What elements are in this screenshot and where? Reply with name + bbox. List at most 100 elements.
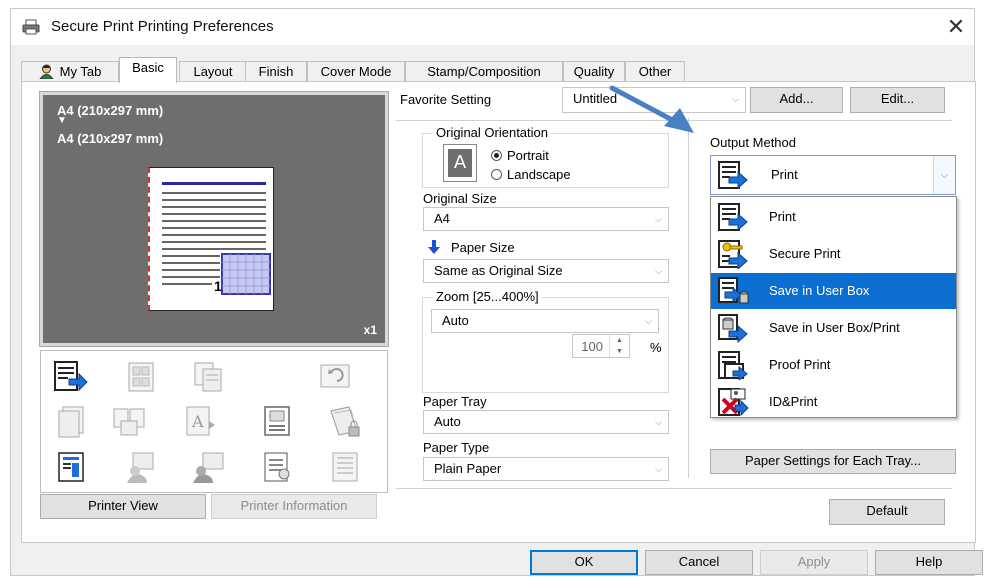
landscape-label: Landscape xyxy=(507,167,571,182)
collate-icon xyxy=(194,362,222,392)
paper-size-label: Paper Size xyxy=(451,240,515,255)
booklet-icon xyxy=(113,408,145,436)
paper-type-value: Plain Paper xyxy=(434,461,502,476)
tab-stamp-composition[interactable]: Stamp/Composition xyxy=(405,61,563,82)
tab-cover-mode[interactable]: Cover Mode xyxy=(307,61,405,82)
tab-layout[interactable]: Layout xyxy=(179,61,247,82)
down-arrow-icon xyxy=(428,240,440,254)
favorite-setting-value: Untitled xyxy=(573,91,618,106)
radio-unselected-icon xyxy=(491,169,502,180)
watermark-icon xyxy=(264,406,290,436)
paper-tray-label: Paper Tray xyxy=(423,394,487,409)
ok-button[interactable]: OK xyxy=(530,550,638,575)
save-user-box-icon xyxy=(718,277,749,304)
apply-button[interactable]: Apply xyxy=(760,550,868,575)
original-size-value: A4 xyxy=(434,211,450,226)
chevron-down-icon[interactable]: ⌵ xyxy=(933,156,955,194)
output-option-save-in-user-box[interactable]: Save in User Box xyxy=(711,273,956,309)
user-icon xyxy=(39,64,54,79)
preview-paper-label-top: A4 (210x297 mm) xyxy=(57,103,164,118)
header-footer-icon xyxy=(332,452,358,482)
orientation-preview-icon: A xyxy=(443,144,477,182)
zoom-select[interactable]: Auto ⌵ xyxy=(431,309,659,333)
print-icon xyxy=(718,203,748,232)
output-option-label: ID&Print xyxy=(769,394,818,409)
output-option-id-print[interactable]: ID&Print xyxy=(711,384,956,420)
output-method-label: Output Method xyxy=(710,135,796,150)
printer-information-button[interactable]: Printer Information xyxy=(211,494,377,519)
window-title: Secure Print Printing Preferences xyxy=(51,18,274,35)
output-option-label: Print xyxy=(769,209,796,224)
output-method-current: Print xyxy=(771,167,798,182)
function-icon-grid: A xyxy=(40,350,388,493)
paper-type-select[interactable]: Plain Paper ⌵ xyxy=(423,457,669,481)
output-option-label: Proof Print xyxy=(769,357,831,372)
output-method-dropdown: Print Secure Print Save in User Box Save… xyxy=(710,196,957,418)
rotate-page-icon xyxy=(320,364,350,388)
zoom-value: Auto xyxy=(442,313,469,328)
orientation-portrait-radio[interactable]: Portrait xyxy=(491,148,549,163)
zoom-group: Zoom [25...400%] Auto ⌵ xyxy=(422,289,669,393)
stepper-arrows-icon[interactable]: ▲ ▼ xyxy=(609,335,629,357)
favorite-edit-button[interactable]: Edit... xyxy=(850,87,945,113)
radio-selected-icon xyxy=(491,150,502,161)
settings-sheet-icon xyxy=(264,452,290,482)
title-bar: Secure Print Printing Preferences ✕ xyxy=(11,9,974,45)
favorite-setting-select[interactable]: Untitled ⌵ xyxy=(562,87,746,113)
default-button[interactable]: Default xyxy=(829,499,945,525)
zoom-percent-stepper[interactable]: 100 ▲ ▼ xyxy=(572,334,630,358)
vertical-divider xyxy=(688,118,689,478)
paper-size-select[interactable]: Same as Original Size ⌵ xyxy=(423,259,669,283)
preview-page-number: 1 xyxy=(214,278,222,294)
user-settings-icon xyxy=(127,452,154,483)
separator xyxy=(396,120,952,121)
favorite-setting-label: Favorite Setting xyxy=(400,92,492,107)
zoom-title: Zoom [25...400%] xyxy=(433,289,542,304)
chevron-down-icon: ⌵ xyxy=(645,316,652,326)
output-option-label: Save in User Box xyxy=(769,283,870,298)
paper-tray-select[interactable]: Auto ⌵ xyxy=(423,410,669,434)
tab-other[interactable]: Other xyxy=(625,61,685,82)
tab-my-tab[interactable]: My Tab xyxy=(21,61,119,82)
preview-paper: 1 xyxy=(148,167,274,311)
output-method-select[interactable]: Print ⌵ xyxy=(710,155,956,195)
print-icon xyxy=(718,161,748,190)
chevron-down-icon: ⌵ xyxy=(655,464,662,474)
output-print-function-icon[interactable] xyxy=(53,359,89,395)
close-icon[interactable]: ✕ xyxy=(942,13,970,41)
original-orientation-title: Original Orientation xyxy=(433,125,551,140)
paper-settings-each-tray-button[interactable]: Paper Settings for Each Tray... xyxy=(710,449,956,474)
output-option-secure-print[interactable]: Secure Print xyxy=(711,236,956,272)
cancel-button[interactable]: Cancel xyxy=(645,550,753,575)
original-orientation-group: Original Orientation A Portrait Landscap… xyxy=(422,125,669,188)
n-up-icon xyxy=(128,362,154,392)
tab-quality[interactable]: Quality xyxy=(563,61,625,82)
printer-view-button[interactable]: Printer View xyxy=(40,494,206,519)
orientation-landscape-radio[interactable]: Landscape xyxy=(491,167,571,182)
output-option-print[interactable]: Print xyxy=(711,199,956,235)
printer-icon xyxy=(22,19,40,35)
favorite-add-button[interactable]: Add... xyxy=(750,87,843,113)
secure-pages-icon xyxy=(330,406,360,437)
zoom-percent-unit: % xyxy=(650,340,662,355)
preview-paper-label-bottom: A4 (210x297 mm) xyxy=(57,131,164,146)
save-user-box-print-icon xyxy=(718,314,748,343)
svg-text:A: A xyxy=(191,412,204,431)
help-button[interactable]: Help xyxy=(875,550,983,575)
tab-basic[interactable]: Basic xyxy=(119,57,177,83)
original-size-label: Original Size xyxy=(423,191,497,206)
tab-finish[interactable]: Finish xyxy=(245,61,307,82)
output-option-proof-print[interactable]: Proof Print xyxy=(711,347,956,383)
paper-tray-value: Auto xyxy=(434,414,461,429)
stamp-a-icon: A xyxy=(186,406,215,436)
id-print-icon xyxy=(718,388,749,417)
output-option-save-in-user-box-print[interactable]: Save in User Box/Print xyxy=(711,310,956,346)
paper-type-label: Paper Type xyxy=(423,440,490,455)
output-option-label: Save in User Box/Print xyxy=(769,320,900,335)
tab-my-tab-label: My Tab xyxy=(59,64,102,79)
separator xyxy=(396,488,952,489)
original-size-select[interactable]: A4 ⌵ xyxy=(423,207,669,231)
preview-down-arrow: ▼ xyxy=(57,115,67,126)
proof-print-icon xyxy=(718,351,748,380)
secure-print-icon xyxy=(718,240,748,269)
